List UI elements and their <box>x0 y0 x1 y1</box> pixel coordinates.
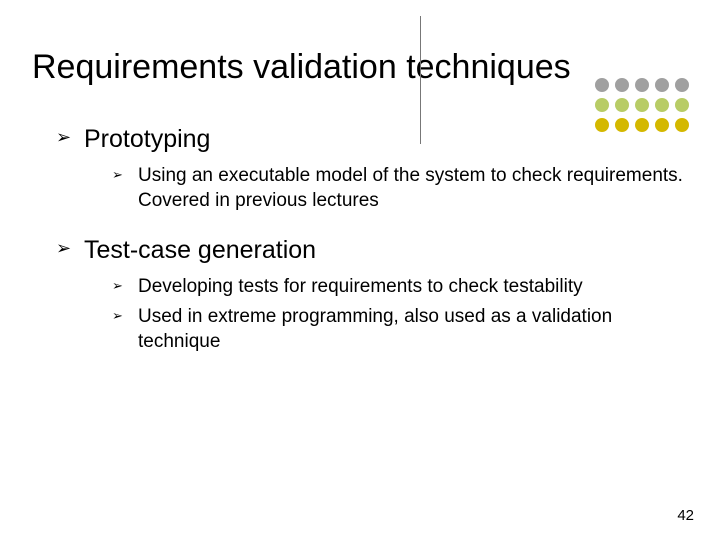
bullet-level1: Test-case generation Developing tests fo… <box>56 234 688 355</box>
page-number: 42 <box>677 507 694 524</box>
dot-icon <box>615 78 629 92</box>
bullet-label: Prototyping <box>84 125 210 153</box>
dot-icon <box>675 78 689 92</box>
slide-title: Requirements validation techniques <box>32 48 688 87</box>
dot-icon <box>675 98 689 112</box>
dot-icon <box>595 78 609 92</box>
slide: Requirements validation techniques Proto… <box>0 0 720 540</box>
dot-icon <box>655 98 669 112</box>
slide-content: Prototyping Using an executable model of… <box>32 123 688 355</box>
dot-icon <box>595 98 609 112</box>
dot-icon <box>635 78 649 92</box>
bullet-level2: Using an executable model of the system … <box>112 163 688 214</box>
dot-icon <box>615 98 629 112</box>
dot-icon <box>655 78 669 92</box>
bullet-level2: Developing tests for requirements to che… <box>112 274 688 300</box>
bullet-label: Test-case generation <box>84 236 316 264</box>
dot-icon <box>635 98 649 112</box>
bullet-level2: Used in extreme programming, also used a… <box>112 304 688 355</box>
bullet-level1: Prototyping Using an executable model of… <box>56 123 688 214</box>
